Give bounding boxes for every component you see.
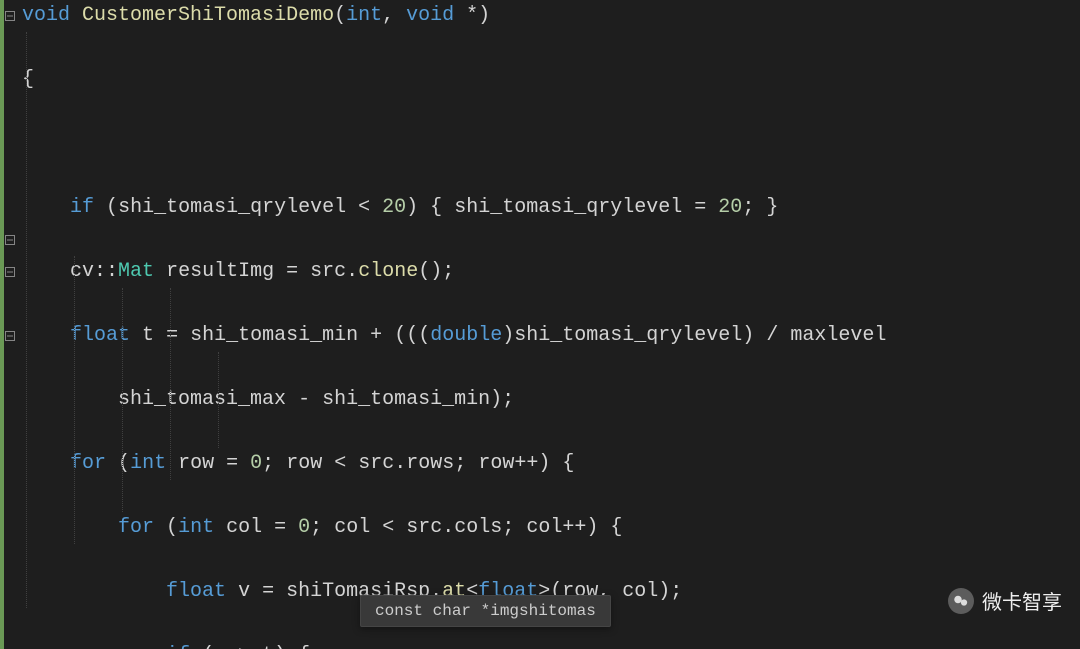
keyword-float: float: [70, 324, 130, 347]
fold-toggle-icon[interactable]: [5, 331, 15, 341]
keyword-int: int: [130, 452, 166, 475]
keyword-float: float: [166, 580, 226, 603]
code-area[interactable]: void CustomerShiTomasiDemo(int, void *) …: [20, 0, 1080, 649]
type: Mat: [118, 260, 154, 283]
number: 0: [298, 516, 310, 539]
id: shi_tomasi_qrylevel: [118, 196, 346, 219]
id: shi_tomasi_max: [118, 388, 286, 411]
id: shi_tomasi_qrylevel: [514, 324, 742, 347]
code-line: for (int col = 0; col < src.cols; col++)…: [22, 512, 1080, 544]
keyword-for: for: [70, 452, 106, 475]
method: clone: [358, 260, 418, 283]
code-line: [22, 128, 1080, 160]
id: row: [286, 452, 322, 475]
keyword-if: if: [70, 196, 94, 219]
id: col: [526, 516, 562, 539]
keyword-void: void: [406, 4, 454, 27]
code-editor[interactable]: void CustomerShiTomasiDemo(int, void *) …: [0, 0, 1080, 649]
id: resultImg: [166, 260, 274, 283]
id: src: [406, 516, 442, 539]
id: cv: [70, 260, 94, 283]
fold-toggle-icon[interactable]: [5, 235, 15, 245]
id: rows: [406, 452, 454, 475]
id: col: [334, 516, 370, 539]
wechat-icon: [948, 588, 974, 614]
id: col: [226, 516, 262, 539]
id: shi_tomasi_min: [322, 388, 490, 411]
keyword-double: double: [430, 324, 502, 347]
fold-toggle-icon[interactable]: [5, 11, 15, 21]
keyword-int: int: [346, 4, 382, 27]
code-line: shi_tomasi_max - shi_tomasi_min);: [22, 384, 1080, 416]
keyword-int: int: [178, 516, 214, 539]
id: row: [478, 452, 514, 475]
id: col: [622, 580, 658, 603]
id: cols: [454, 516, 502, 539]
id: row: [178, 452, 214, 475]
id: src: [310, 260, 346, 283]
id: v: [214, 644, 226, 649]
code-line: float t = shi_tomasi_min + (((double)shi…: [22, 320, 1080, 352]
code-line: void CustomerShiTomasiDemo(int, void *): [22, 0, 1080, 32]
code-line: for (int row = 0; row < src.rows; row++)…: [22, 448, 1080, 480]
number: 20: [382, 196, 406, 219]
hover-tooltip: const char *imgshitomas: [360, 595, 611, 627]
fold-toggle-icon[interactable]: [5, 267, 15, 277]
code-line: if (v > t) {: [22, 640, 1080, 649]
code-line: if (shi_tomasi_qrylevel < 20) { shi_toma…: [22, 192, 1080, 224]
code-line: cv::Mat resultImg = src.clone();: [22, 256, 1080, 288]
id: v: [238, 580, 250, 603]
tooltip-text: const char *imgshitomas: [375, 602, 596, 620]
id: t: [262, 644, 274, 649]
function-name: CustomerShiTomasiDemo: [82, 4, 334, 27]
keyword-void: void: [22, 4, 70, 27]
watermark: 微卡智享: [948, 586, 1062, 615]
watermark-text: 微卡智享: [982, 586, 1062, 615]
id: shi_tomasi_min: [190, 324, 358, 347]
id: maxlevel: [790, 324, 886, 347]
id: t: [142, 324, 154, 347]
id: shi_tomasi_qrylevel: [454, 196, 682, 219]
fold-gutter: [4, 0, 16, 649]
code-line: {: [22, 64, 1080, 96]
number: 0: [250, 452, 262, 475]
id: src: [358, 452, 394, 475]
number: 20: [718, 196, 742, 219]
keyword-if: if: [166, 644, 190, 649]
keyword-for: for: [118, 516, 154, 539]
